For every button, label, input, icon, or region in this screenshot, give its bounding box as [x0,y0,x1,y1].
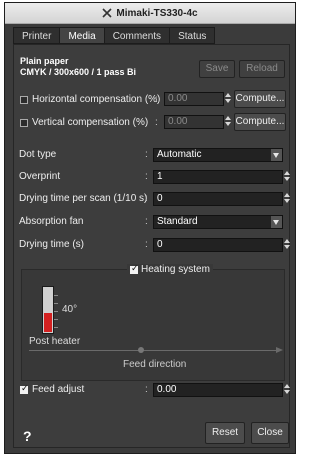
spin-down-icon[interactable] [225,122,231,126]
feed-adjust-label: Feed adjust [32,384,85,395]
feed-arrow-icon [276,347,283,353]
tab-printer[interactable]: Printer [13,27,60,44]
media-mode: CMYK / 300x600 / 1 pass Bi [20,67,137,77]
x11-icon [102,8,112,18]
feed-direction-line [29,350,278,351]
feed-position-marker [138,347,144,353]
feed-adjust-spinner[interactable] [283,382,291,396]
overprint-colon: : [145,171,148,182]
heating-system-checkbox[interactable] [130,264,139,274]
drying-scan-field[interactable]: 0 [153,192,283,206]
dot-type-value: Automatic [157,149,202,160]
spin-down-icon[interactable] [284,177,290,181]
post-heater-label: Post heater [29,336,81,347]
thermometer-tick [54,303,58,304]
drying-time-label: Drying time (s) [19,239,85,250]
save-button[interactable]: Save [199,60,235,78]
close-button[interactable]: Close [251,422,289,444]
heating-system-header: Heating system [127,264,213,275]
spin-down-icon[interactable] [225,99,231,103]
vcomp-label: Vertical compensation (%) [32,117,149,128]
thermometer-tick [54,295,58,296]
post-heater-thermometer [42,286,58,334]
feed-adjust-colon: : [145,384,148,395]
tab-status[interactable]: Status [169,27,216,44]
spin-up-icon[interactable] [284,384,290,388]
overprint-label: Overprint [19,171,61,182]
vcomp-spinner[interactable] [224,114,232,128]
thermometer-tick [54,311,58,312]
dot-type-select[interactable]: Automatic [153,148,283,162]
drying-scan-label: Drying time per scan (1/10 s) [19,193,148,204]
absorption-fan-colon: : [145,216,148,227]
feed-adjust-field[interactable]: 0.00 [153,383,283,397]
window-title: Mimaki-TS330-4c [116,7,198,19]
spin-up-icon[interactable] [225,93,231,97]
thermometer-fill [44,313,52,332]
absorption-fan-label: Absorption fan [19,216,84,227]
tab-bar: Printer Media Comments Status [13,27,216,44]
heating-system-group: Heating system 40° Post heater Feed dire… [21,264,285,381]
hcomp-spinner[interactable] [224,91,232,105]
hcomp-checkbox[interactable] [20,96,28,104]
spin-up-icon[interactable] [284,171,290,175]
drying-scan-spinner[interactable] [283,191,291,205]
dot-type-label: Dot type [19,149,57,160]
dot-type-colon: : [145,149,148,160]
media-header: Plain paper CMYK / 300x600 / 1 pass Bi [20,56,136,78]
reset-button[interactable]: Reset [205,422,245,444]
overprint-field[interactable]: 1 [153,170,283,184]
feed-direction-label: Feed direction [123,359,187,370]
media-panel: Plain paper CMYK / 300x600 / 1 pass Bi S… [13,44,290,448]
hcomp-label: Horizontal compensation (%) [32,94,161,105]
spin-down-icon[interactable] [284,390,290,394]
dropdown-arrow-icon[interactable] [271,216,282,228]
feed-adjust-checkbox[interactable] [20,384,29,394]
spin-up-icon[interactable] [225,116,231,120]
post-heater-temperature: 40° [62,304,78,315]
hcomp-colon: : [155,94,158,105]
vcomp-compute-button[interactable]: Compute... [234,113,286,131]
drying-scan-colon: : [145,193,148,204]
heating-system-label: Heating system [141,264,210,275]
tab-media[interactable]: Media [59,27,104,44]
printer-settings-window: Mimaki-TS330-4c Printer Media Comments S… [4,2,296,454]
drying-time-spinner[interactable] [283,237,291,251]
reload-button[interactable]: Reload [239,60,285,78]
spin-up-icon[interactable] [284,239,290,243]
spin-down-icon[interactable] [284,199,290,203]
drying-time-colon: : [145,239,148,250]
overprint-spinner[interactable] [283,169,291,183]
help-icon[interactable]: ? [23,428,32,444]
media-name: Plain paper [20,56,69,66]
drying-time-field[interactable]: 0 [153,238,283,252]
tab-comments[interactable]: Comments [103,27,170,44]
absorption-fan-select[interactable]: Standard [153,215,283,229]
absorption-fan-value: Standard [157,216,198,227]
hcomp-compute-button[interactable]: Compute... [234,90,286,108]
vcomp-checkbox[interactable] [20,119,28,127]
thermometer-tick [54,319,58,320]
thermometer-tick [54,327,58,328]
vcomp-colon: : [155,117,158,128]
title-bar: Mimaki-TS330-4c [5,3,295,24]
dropdown-arrow-icon[interactable] [271,149,282,161]
spin-up-icon[interactable] [284,193,290,197]
spin-down-icon[interactable] [284,245,290,249]
vcomp-field[interactable]: 0.00 [164,115,224,129]
hcomp-field[interactable]: 0.00 [164,92,224,106]
